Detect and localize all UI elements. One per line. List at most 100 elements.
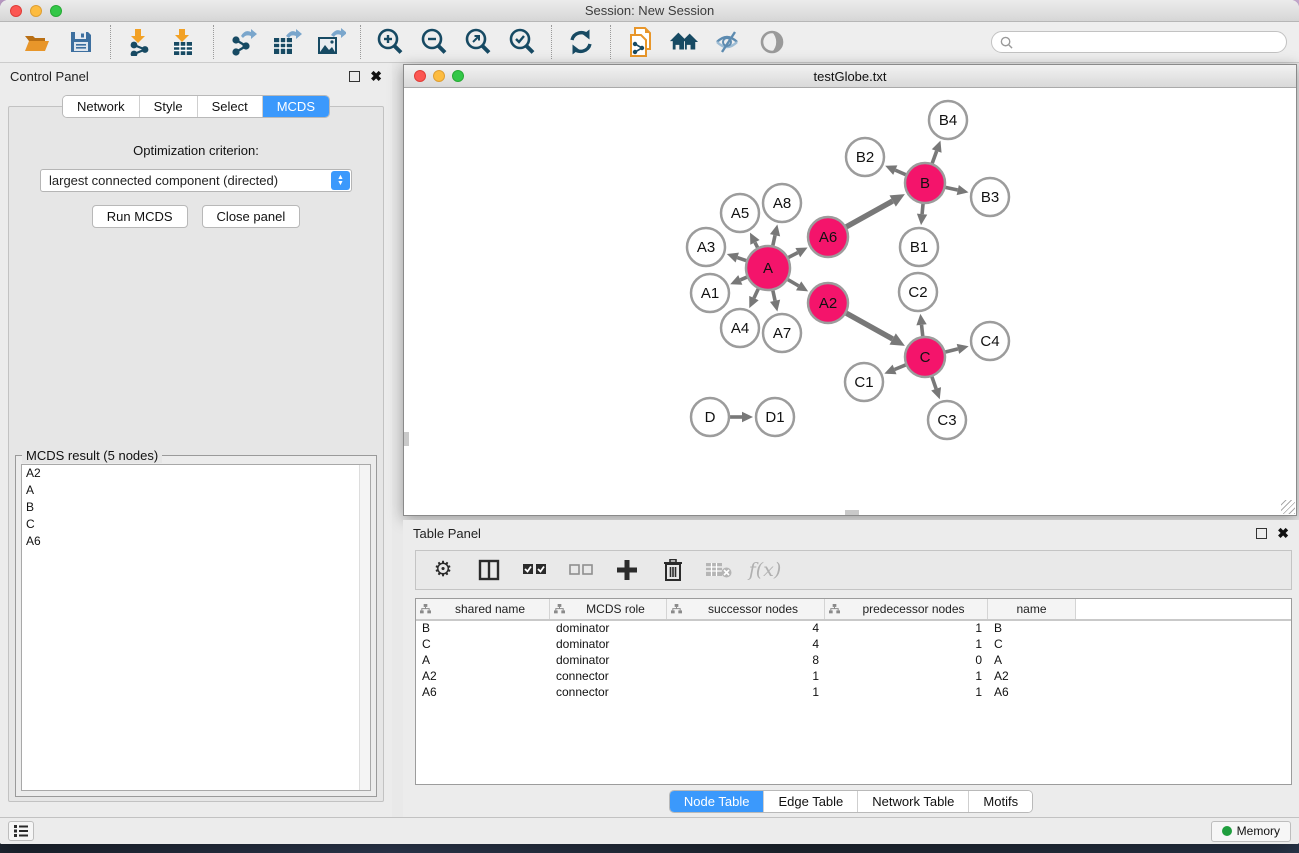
graph-node-A7[interactable]: A7: [763, 314, 801, 352]
table-cell[interactable]: B: [416, 621, 550, 637]
mcds-result-item[interactable]: B: [22, 499, 370, 516]
network-minimize-button[interactable]: [433, 70, 445, 82]
eye-icon[interactable]: [757, 27, 787, 57]
table-row[interactable]: Adominator80A: [416, 653, 1291, 669]
graph-node-A8[interactable]: A8: [763, 184, 801, 222]
table-tab-network-table[interactable]: Network Table: [857, 791, 968, 812]
refresh-icon[interactable]: [566, 27, 596, 57]
settings-gear-icon[interactable]: ⚙: [430, 557, 456, 583]
table-cell[interactable]: 1: [825, 637, 988, 653]
zoom-fit-icon[interactable]: [463, 27, 493, 57]
delete-row-icon[interactable]: [660, 557, 686, 583]
table-cell[interactable]: 1: [825, 669, 988, 685]
criterion-dropdown[interactable]: largest connected component (directed) ▲…: [40, 169, 352, 192]
tab-style[interactable]: Style: [139, 96, 197, 117]
columns-icon[interactable]: [476, 557, 502, 583]
table-cell[interactable]: 4: [667, 637, 825, 653]
graph-node-B1[interactable]: B1: [900, 228, 938, 266]
close-table-panel-icon[interactable]: ✖: [1277, 528, 1289, 539]
delete-table-icon[interactable]: [706, 557, 732, 583]
add-row-icon[interactable]: [614, 557, 640, 583]
close-panel-button[interactable]: Close panel: [202, 205, 301, 228]
graph-node-D[interactable]: D: [691, 398, 729, 436]
zoom-in-icon[interactable]: [375, 27, 405, 57]
import-network-icon[interactable]: [125, 27, 155, 57]
zoom-window-button[interactable]: [50, 5, 62, 17]
graph-node-A2[interactable]: A2: [808, 283, 848, 323]
graph-node-A3[interactable]: A3: [687, 228, 725, 266]
table-row[interactable]: A2connector11A2: [416, 669, 1291, 685]
zoom-out-icon[interactable]: [419, 27, 449, 57]
zoom-selected-icon[interactable]: [507, 27, 537, 57]
export-image-icon[interactable]: [316, 27, 346, 57]
graph-node-A[interactable]: A: [746, 246, 790, 290]
edge-A6-B[interactable]: [844, 201, 893, 228]
network-graph[interactable]: AA6A2BCA5A8A3A1A4A7B2B4B3B1C2C4C1C3DD1: [404, 88, 1296, 515]
network-close-button[interactable]: [414, 70, 426, 82]
table-cell[interactable]: connector: [550, 685, 667, 701]
column-header-name[interactable]: name: [988, 599, 1076, 619]
table-cell[interactable]: 1: [667, 685, 825, 701]
column-header-MCDS-role[interactable]: MCDS role: [550, 599, 667, 619]
graph-node-B[interactable]: B: [905, 163, 945, 203]
graph-node-B3[interactable]: B3: [971, 178, 1009, 216]
table-cell[interactable]: 4: [667, 621, 825, 637]
close-window-button[interactable]: [10, 5, 22, 17]
column-header-successor-nodes[interactable]: successor nodes: [667, 599, 825, 619]
network-canvas[interactable]: AA6A2BCA5A8A3A1A4A7B2B4B3B1C2C4C1C3DD1: [404, 88, 1296, 515]
table-row[interactable]: Bdominator41B: [416, 621, 1291, 637]
minimize-window-button[interactable]: [30, 5, 42, 17]
graph-node-C4[interactable]: C4: [971, 322, 1009, 360]
select-all-icon[interactable]: [522, 557, 548, 583]
app-titlebar[interactable]: Session: New Session: [0, 0, 1299, 22]
graph-node-C[interactable]: C: [905, 337, 945, 377]
mcds-result-item[interactable]: A6: [22, 533, 370, 550]
mcds-result-item[interactable]: A2: [22, 465, 370, 482]
table-cell[interactable]: A: [988, 653, 1076, 669]
graph-node-C1[interactable]: C1: [845, 363, 883, 401]
table-cell[interactable]: 1: [825, 685, 988, 701]
column-header-predecessor-nodes[interactable]: predecessor nodes: [825, 599, 988, 619]
function-builder-icon[interactable]: f(x): [752, 557, 778, 583]
edge-A2-C[interactable]: [844, 312, 893, 339]
table-cell[interactable]: 0: [825, 653, 988, 669]
table-row[interactable]: A6connector11A6: [416, 685, 1291, 701]
tab-mcds[interactable]: MCDS: [262, 96, 329, 117]
mcds-result-item[interactable]: A: [22, 482, 370, 499]
graph-node-C3[interactable]: C3: [928, 401, 966, 439]
graph-node-B2[interactable]: B2: [846, 138, 884, 176]
table-tab-edge-table[interactable]: Edge Table: [763, 791, 857, 812]
float-table-panel-icon[interactable]: [1256, 528, 1267, 539]
table-cell[interactable]: connector: [550, 669, 667, 685]
graph-node-D1[interactable]: D1: [756, 398, 794, 436]
table-cell[interactable]: A6: [416, 685, 550, 701]
search-input[interactable]: [1019, 35, 1278, 49]
network-window-titlebar[interactable]: testGlobe.txt: [404, 65, 1296, 88]
column-header-shared-name[interactable]: shared name: [416, 599, 550, 619]
float-panel-icon[interactable]: [349, 71, 360, 82]
close-panel-icon[interactable]: ✖: [370, 71, 382, 82]
save-session-icon[interactable]: [66, 27, 96, 57]
run-mcds-button[interactable]: Run MCDS: [92, 205, 188, 228]
tab-network[interactable]: Network: [63, 96, 139, 117]
export-network-icon[interactable]: [228, 27, 258, 57]
mcds-result-item[interactable]: C: [22, 516, 370, 533]
export-table-icon[interactable]: [272, 27, 302, 57]
memory-button[interactable]: Memory: [1211, 821, 1291, 842]
graph-node-C2[interactable]: C2: [899, 273, 937, 311]
table-cell[interactable]: C: [988, 637, 1076, 653]
table-cell[interactable]: C: [416, 637, 550, 653]
node-table[interactable]: shared nameMCDS rolesuccessor nodesprede…: [415, 598, 1292, 785]
table-cell[interactable]: A6: [988, 685, 1076, 701]
network-zoom-button[interactable]: [452, 70, 464, 82]
table-row[interactable]: Cdominator41C: [416, 637, 1291, 653]
table-cell[interactable]: 1: [667, 669, 825, 685]
table-cell[interactable]: 1: [825, 621, 988, 637]
table-cell[interactable]: dominator: [550, 637, 667, 653]
table-cell[interactable]: dominator: [550, 653, 667, 669]
table-cell[interactable]: A2: [416, 669, 550, 685]
import-table-icon[interactable]: [169, 27, 199, 57]
graph-node-B4[interactable]: B4: [929, 101, 967, 139]
table-cell[interactable]: 8: [667, 653, 825, 669]
graph-node-A5[interactable]: A5: [721, 194, 759, 232]
